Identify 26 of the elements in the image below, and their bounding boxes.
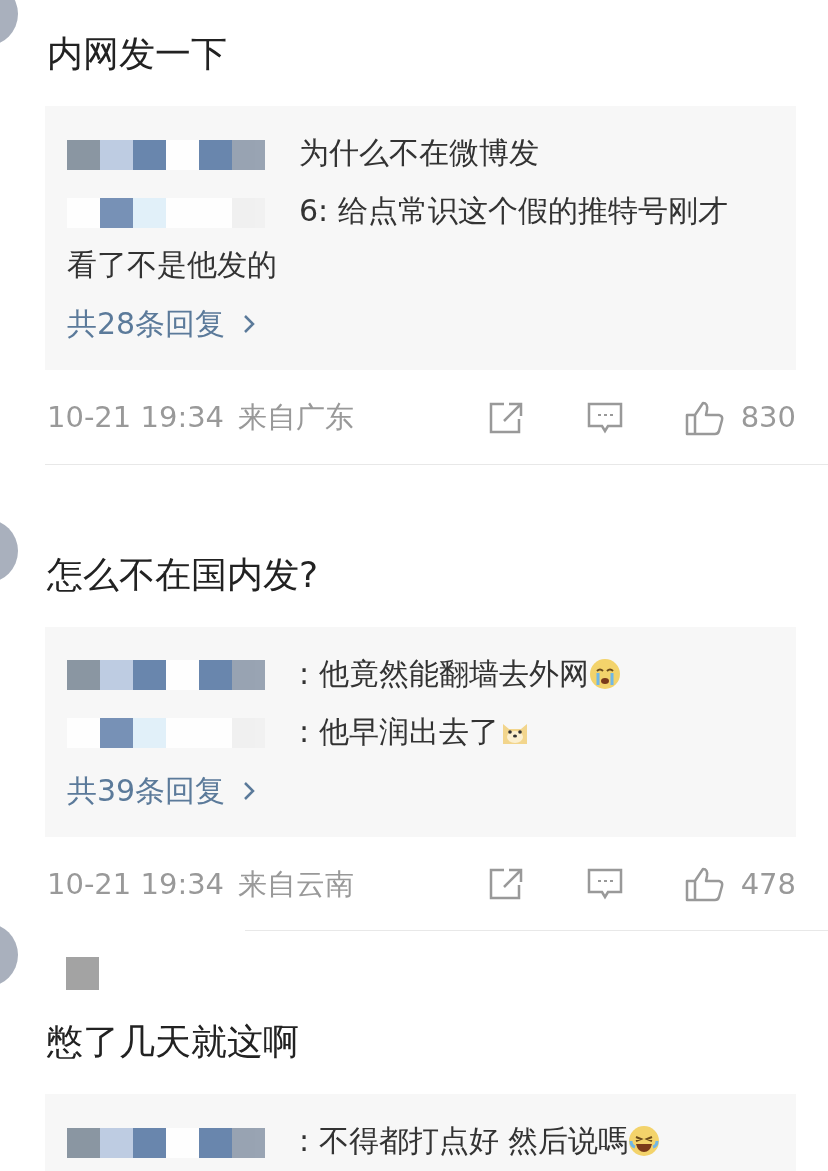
reply-text: : 他早润出去了 — [67, 704, 746, 759]
comment-icon[interactable] — [586, 868, 623, 901]
share-icon[interactable] — [488, 868, 525, 901]
share-icon[interactable] — [488, 401, 525, 434]
comment-time: 10-21 19:34 — [47, 399, 225, 436]
comment-icon[interactable] — [586, 401, 623, 434]
chevron-right-icon — [243, 780, 256, 801]
comment-location: 来自云南 — [238, 865, 355, 903]
reply-text: 为什么不在微博发 — [67, 126, 746, 180]
comment-location: 来自广东 — [238, 399, 355, 436]
reply-text: : 不得都打点好 然后说嗎 — [67, 1114, 746, 1168]
comment-text: 怎么不在国内发? — [47, 552, 320, 597]
more-replies-link[interactable]: 共39条回复 — [67, 766, 256, 815]
laughing-emoji-icon — [628, 1125, 661, 1157]
chevron-right-icon — [243, 314, 256, 334]
like-count: 478 — [740, 865, 796, 903]
more-replies-link[interactable]: 共28条回复 — [67, 300, 256, 348]
comment-time: 10-21 19:34 — [47, 865, 225, 903]
thumbs-up-icon[interactable] — [684, 866, 725, 903]
reply-text: 6: 给点常识这个假的推特号刚才看了不是他发的 — [67, 192, 729, 284]
thumbs-up-icon[interactable] — [684, 399, 725, 436]
like-count: 830 — [740, 399, 796, 436]
comment-text: 憋了几天就这啊 — [47, 1020, 300, 1064]
comment-text: 内网发一下 — [47, 32, 228, 76]
crying-emoji-icon — [588, 657, 621, 690]
reply-text: : 他竟然能翻墙去外网 — [67, 646, 746, 701]
